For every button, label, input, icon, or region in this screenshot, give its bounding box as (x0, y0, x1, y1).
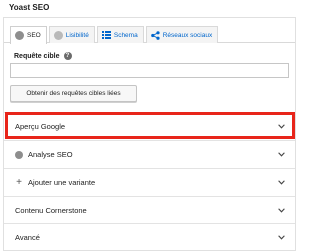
chevron-down-icon (278, 235, 285, 240)
tab-schema[interactable]: Schema (96, 26, 144, 43)
tab-bar: SEO Lisibilité Schema Réseaux sociaux (10, 26, 219, 44)
share-icon (150, 30, 160, 40)
seo-status-dot-icon (15, 31, 24, 40)
tab-label: Lisibilité (65, 31, 89, 39)
section-label: Avancé (15, 233, 40, 242)
focus-keyphrase-label-text: Requête cible (14, 52, 60, 60)
tab-label: SEO (27, 32, 41, 39)
question-icon[interactable]: ? (63, 52, 72, 60)
section-add-variant[interactable]: + Ajouter une variante (4, 168, 295, 196)
section-label: Ajouter une variante (28, 178, 96, 187)
section-label: Contenu Cornerstone (15, 206, 87, 215)
chevron-down-icon (278, 124, 285, 129)
section-label: Analyse SEO (28, 150, 73, 159)
chevron-down-icon (278, 180, 285, 185)
schema-grid-icon (101, 31, 111, 39)
tab-label: Schema (113, 31, 138, 39)
focus-keyphrase-input[interactable] (10, 63, 289, 78)
chevron-down-icon (278, 152, 285, 157)
tab-readability[interactable]: Lisibilité (48, 26, 95, 43)
status-dot-icon (15, 150, 23, 159)
tab-label: Réseaux sociaux (162, 31, 213, 39)
section-google-preview[interactable]: Aperçu Google (4, 112, 295, 140)
tab-seo[interactable]: SEO (10, 26, 47, 44)
panel-title: Yoast SEO (9, 3, 50, 12)
plus-icon: + (16, 176, 22, 188)
focus-keyphrase-label: Requête cible ? (14, 52, 72, 60)
readability-status-dot-icon (53, 30, 63, 40)
tab-social[interactable]: Réseaux sociaux (145, 26, 219, 43)
related-keyphrases-button[interactable]: Obtenir des requêtes cibles liées (10, 85, 137, 102)
section-label-group: Analyse SEO (15, 150, 278, 159)
section-cornerstone[interactable]: Contenu Cornerstone (4, 196, 295, 224)
section-label-group: + Ajouter une variante (15, 176, 278, 188)
section-seo-analysis[interactable]: Analyse SEO (4, 140, 295, 168)
section-label: Aperçu Google (15, 122, 66, 131)
chevron-down-icon (278, 208, 285, 213)
section-advanced[interactable]: Avancé (4, 223, 295, 251)
